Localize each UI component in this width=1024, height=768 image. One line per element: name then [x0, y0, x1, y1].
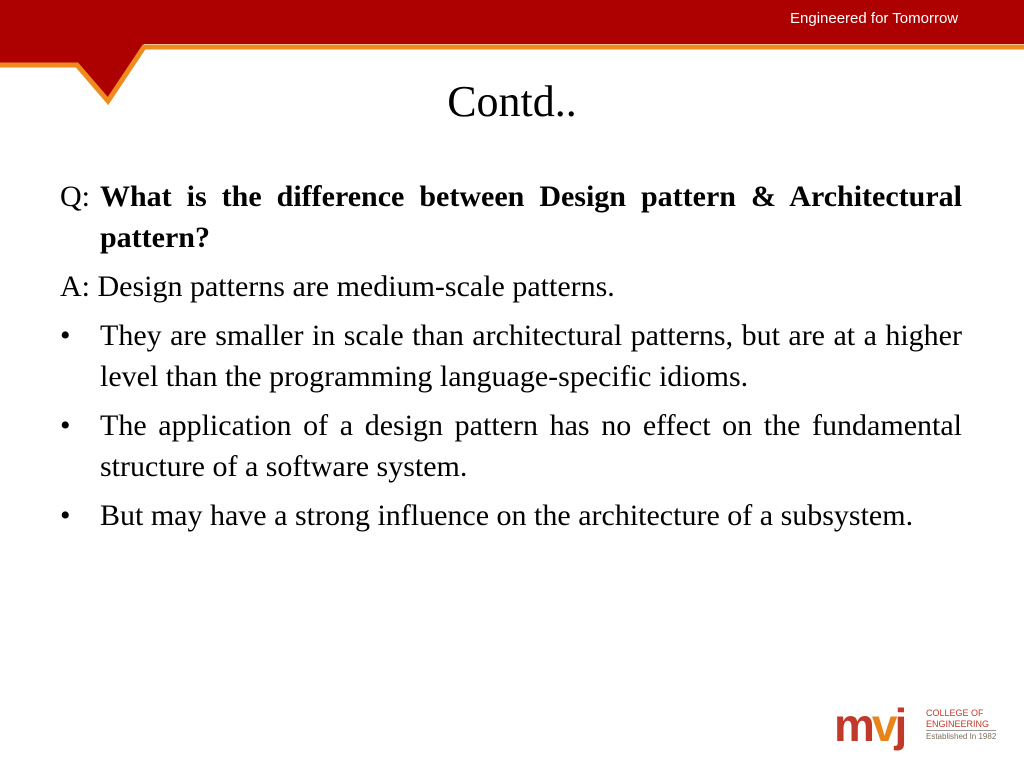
bullet-item: • The application of a design pattern ha… [60, 405, 962, 487]
bullet-text: They are smaller in scale than architect… [100, 319, 962, 393]
bullet-text: But may have a strong influence on the a… [100, 499, 914, 532]
logo-mark: mvj [834, 699, 908, 751]
logo-line-2: ENGINEERING [926, 719, 990, 729]
bullet-icon: • [60, 409, 71, 442]
bullet-item: • They are smaller in scale than archite… [60, 315, 962, 397]
header-tagline: Engineered for Tomorrow [790, 10, 959, 27]
logo-line-1: COLLEGE OF [926, 708, 984, 718]
bullet-item: • But may have a strong influence on the… [60, 495, 962, 536]
logo-text: COLLEGE OF ENGINEERING Established In 19… [926, 708, 997, 742]
bullet-icon: • [60, 499, 71, 532]
logo-letter-m: m [834, 699, 875, 751]
bullet-icon: • [60, 319, 71, 352]
logo-letter-j: j [894, 699, 908, 751]
question: Q: What is the difference between Design… [60, 176, 962, 258]
question-text: What is the difference between Design pa… [100, 180, 962, 254]
slide-title: Contd.. [447, 77, 577, 126]
answer: A: Design patterns are medium-scale patt… [60, 270, 615, 303]
college-logo: mvj COLLEGE OF ENGINEERING Established I… [834, 698, 1004, 754]
logo-established: Established In 1982 [926, 730, 997, 741]
bullet-text: The application of a design pattern has … [100, 409, 962, 483]
question-prefix: Q: [60, 180, 90, 213]
slide-content: Q: What is the difference between Design… [60, 176, 962, 544]
logo-letter-v: v [871, 699, 898, 751]
